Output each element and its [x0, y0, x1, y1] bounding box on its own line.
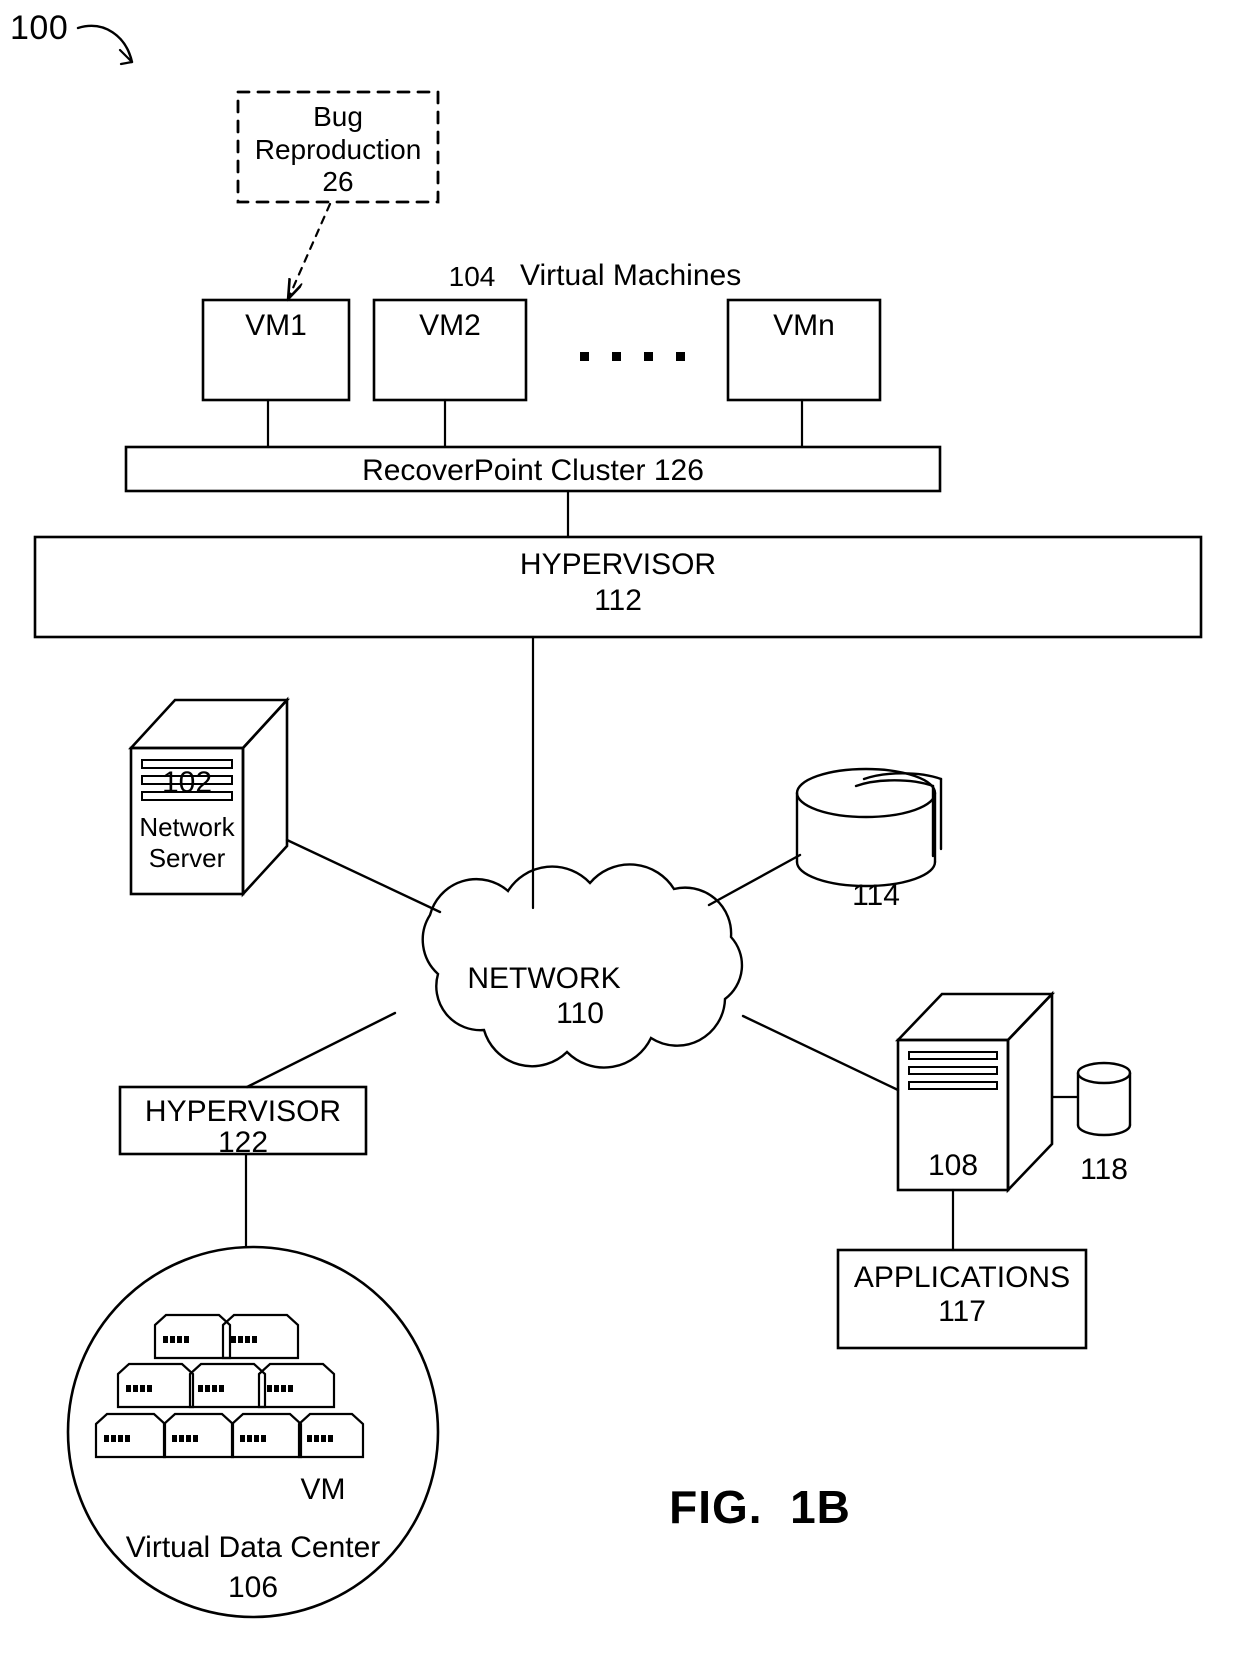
- vm-group-label: Virtual Machines: [520, 259, 742, 292]
- server-108-ref: 108: [927, 1149, 979, 1182]
- virtual-data-center-title: Virtual Data Center: [125, 1531, 381, 1564]
- hypervisor-112-title: HYPERVISOR: [519, 548, 717, 581]
- vm1-label[interactable]: VM1: [203, 308, 349, 343]
- bug-reproduction-title: Bug Reproduction: [254, 101, 422, 166]
- network-server-102-title: Network Server: [139, 812, 235, 873]
- figure-caption: FIG. 1B: [669, 1481, 851, 1533]
- bug-reproduction-ref: 26: [322, 166, 354, 197]
- hypervisor122-network-link: [245, 1011, 397, 1089]
- bug-reproduction-arrow: [289, 202, 332, 297]
- vdc-vm-icon: [230, 1412, 303, 1459]
- vm-group-ref: 104: [448, 261, 496, 292]
- applications-117-title: APPLICATIONS: [853, 1261, 1071, 1294]
- network-cloud-ref: 110: [556, 997, 604, 1030]
- vm2-label[interactable]: VM2: [374, 308, 526, 343]
- network-server108-link: [741, 1014, 900, 1092]
- network-server-102-ref: 102: [161, 766, 213, 799]
- hypervisor-112-ref: 112: [594, 584, 642, 617]
- virtual-data-center-ref: 106: [227, 1571, 279, 1604]
- figure-ref-number: 100: [10, 9, 69, 47]
- vdc-vm-label: VM: [300, 1473, 346, 1506]
- figure-ref-leader: [76, 24, 134, 66]
- storage114-network-link: [707, 853, 802, 907]
- server102-network-link: [285, 838, 442, 914]
- database-118-icon: [1076, 1061, 1132, 1137]
- patent-figure-page: 100 Bug Reproduction 26 104 Virtual Mach…: [0, 0, 1240, 1655]
- storage-array-114-icon: [795, 767, 943, 888]
- database-118-ref: 118: [1080, 1153, 1128, 1186]
- network-cloud-title: NETWORK: [467, 962, 621, 995]
- vdc-vm-icon: [153, 1313, 232, 1360]
- vm-ellipsis-dots: [580, 352, 685, 361]
- storage-array-114-ref: 114: [852, 879, 900, 912]
- applications-117-ref: 117: [938, 1295, 986, 1328]
- vdc-vm-icon: [162, 1412, 235, 1459]
- vdc-vm-icons: [94, 1313, 365, 1459]
- vdc-vm-icon: [94, 1412, 167, 1459]
- recoverpoint-cluster-label[interactable]: RecoverPoint Cluster 126: [126, 453, 940, 488]
- vmn-label[interactable]: VMn: [728, 308, 880, 343]
- vdc-vm-icon: [257, 1362, 336, 1409]
- vdc-vm-icon: [188, 1362, 267, 1409]
- vdc-vm-icon: [221, 1313, 300, 1360]
- vdc-vm-icon: [116, 1362, 195, 1409]
- vdc-vm-icon: [297, 1412, 365, 1459]
- hypervisor-122-ref: 122: [217, 1126, 269, 1159]
